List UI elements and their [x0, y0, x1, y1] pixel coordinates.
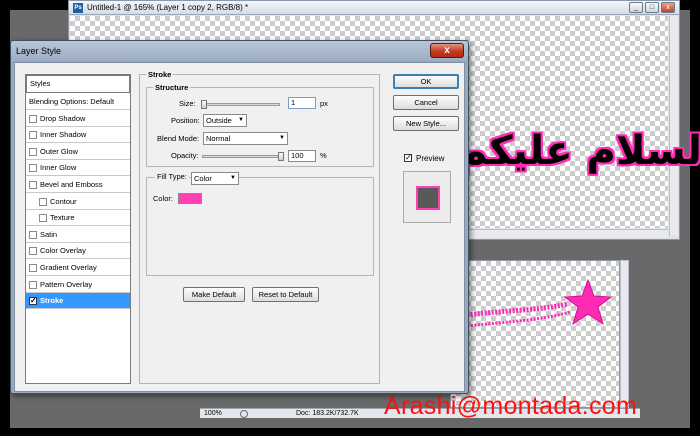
style-item-label: Drop Shadow	[40, 113, 86, 123]
style-checkbox[interactable]	[39, 197, 47, 206]
reset-to-default-button[interactable]: Reset to Default	[252, 287, 319, 302]
photoshop-app-icon: Ps	[73, 3, 83, 13]
new-style-button[interactable]: New Style...	[393, 116, 459, 131]
chevron-down-icon: ▼	[238, 117, 244, 123]
make-default-button[interactable]: Make Default	[183, 287, 245, 302]
minimize-button[interactable]: _	[629, 2, 643, 13]
doc-size-info: Doc: 183.2K/732.7K	[296, 410, 359, 417]
styles-header-label: Styles	[30, 79, 51, 88]
preview-checkbox[interactable]	[404, 153, 412, 163]
opacity-label: Opacity:	[171, 151, 199, 160]
style-item-gradient-overlay[interactable]: Gradient Overlay	[26, 260, 130, 276]
layer-style-dialog: Layer Style x Styles Blending Options: D…	[10, 40, 469, 394]
style-checkbox[interactable]	[29, 296, 37, 306]
color-label: Color:	[153, 194, 174, 203]
style-item-inner-glow[interactable]: Inner Glow	[26, 160, 130, 177]
stroke-color-swatch[interactable]	[178, 193, 202, 204]
close-button[interactable]: x	[661, 2, 675, 13]
blend-mode-label: Blend Mode:	[157, 134, 200, 143]
style-item-label: Stroke	[40, 296, 64, 306]
size-label: Size:	[179, 99, 196, 108]
fill-type-select-value: Color	[194, 174, 212, 183]
opacity-unit: %	[320, 151, 327, 160]
opacity-slider-thumb[interactable]	[278, 152, 284, 161]
style-checkbox[interactable]	[29, 280, 37, 289]
style-item-outer-glow[interactable]: Outer Glow	[26, 144, 130, 160]
chevron-down-icon: ▼	[230, 175, 236, 181]
style-item-label: Blending Options: Default	[29, 97, 115, 106]
structure-group: Structure Size: 1 px Position: Outside ▼…	[146, 83, 374, 167]
vertical-scrollbar[interactable]	[669, 16, 678, 236]
zoom-icon[interactable]	[240, 410, 248, 418]
structure-group-label: Structure	[153, 83, 191, 92]
canvas-arabic-text: السلام عليكم	[458, 128, 700, 174]
style-item-bevel-and-emboss[interactable]: Bevel and Emboss	[26, 177, 130, 193]
style-item-satin[interactable]: Satin	[26, 227, 130, 243]
style-checkbox[interactable]	[29, 147, 37, 156]
style-checkbox[interactable]	[29, 264, 37, 272]
star-shape	[563, 278, 613, 326]
style-item-label: Contour	[50, 196, 77, 206]
document-2-vertical-scrollbar[interactable]	[620, 260, 629, 408]
style-checkbox[interactable]	[29, 114, 37, 123]
watermark-text: Arashi@montada.com	[384, 392, 638, 420]
style-checkbox[interactable]	[29, 247, 37, 256]
style-item-label: Bevel and Emboss	[40, 180, 103, 189]
style-item-label: Inner Glow	[40, 163, 77, 173]
styles-list: Styles Blending Options: Default Drop Sha…	[25, 74, 131, 384]
fill-type-group: Fill Type: Color ▼ Color:	[146, 172, 374, 276]
style-checkbox[interactable]	[29, 164, 37, 173]
style-checkbox[interactable]	[29, 131, 37, 140]
dialog-title-bar[interactable]: Layer Style x	[11, 41, 468, 61]
style-item-label: Inner Shadow	[40, 130, 87, 140]
style-item-stroke[interactable]: Stroke	[26, 293, 130, 310]
style-item-contour[interactable]: Contour	[26, 194, 130, 210]
style-checkbox[interactable]	[39, 214, 47, 223]
stroke-settings-panel: Stroke Structure Size: 1 px Position: Ou…	[139, 70, 380, 384]
zoom-level[interactable]: 100%	[204, 409, 222, 419]
style-item-label: Pattern Overlay	[40, 279, 93, 289]
opacity-slider-track[interactable]	[202, 155, 284, 158]
ok-button[interactable]: OK	[393, 74, 459, 89]
chevron-down-icon: ▼	[279, 135, 285, 141]
style-item-pattern-overlay[interactable]: Pattern Overlay	[26, 277, 130, 293]
style-preview-swatch	[416, 186, 440, 210]
style-item-inner-shadow[interactable]: Inner Shadow	[26, 127, 130, 144]
size-input[interactable]: 1	[288, 97, 316, 109]
maximize-button[interactable]: □	[645, 2, 659, 13]
document-title-bar[interactable]: Ps Untitled-1 @ 165% (Layer 1 copy 2, RG…	[69, 1, 679, 15]
blend-mode-select[interactable]: Normal ▼	[203, 132, 288, 145]
styles-header[interactable]: Styles	[26, 75, 130, 93]
dialog-body: Styles Blending Options: Default Drop Sha…	[14, 62, 465, 392]
dialog-close-button[interactable]: x	[430, 43, 464, 58]
fill-type-select[interactable]: Color ▼	[191, 172, 239, 185]
style-item-drop-shadow[interactable]: Drop Shadow	[26, 111, 130, 127]
position-select[interactable]: Outside ▼	[203, 114, 247, 127]
fill-type-label: Fill Type:	[155, 172, 189, 181]
preview-label: Preview	[416, 154, 445, 163]
position-select-value: Outside	[206, 116, 232, 125]
size-unit: px	[320, 99, 328, 108]
style-item-color-overlay[interactable]: Color Overlay	[26, 243, 130, 260]
style-item-blending-options-default[interactable]: Blending Options: Default	[26, 94, 130, 110]
dialog-title: Layer Style	[16, 46, 62, 56]
style-item-label: Texture	[50, 213, 75, 223]
style-checkbox[interactable]	[29, 230, 37, 239]
style-item-texture[interactable]: Texture	[26, 210, 130, 227]
position-label: Position:	[171, 116, 200, 125]
style-item-label: Gradient Overlay	[40, 263, 97, 272]
stroke-group-label: Stroke	[146, 70, 174, 79]
style-item-label: Color Overlay	[40, 246, 86, 256]
style-checkbox[interactable]	[29, 181, 37, 189]
size-slider-thumb[interactable]	[201, 100, 207, 109]
document-title: Untitled-1 @ 165% (Layer 1 copy 2, RGB/8…	[87, 3, 249, 12]
size-slider-track[interactable]	[202, 103, 280, 106]
style-item-label: Satin	[40, 229, 58, 239]
style-preview	[403, 171, 451, 223]
opacity-input[interactable]: 100	[288, 150, 316, 162]
style-item-label: Outer Glow	[40, 146, 78, 156]
cancel-button[interactable]: Cancel	[393, 95, 459, 110]
shooting-star-artwork	[450, 278, 613, 330]
blend-mode-select-value: Normal	[206, 134, 231, 143]
